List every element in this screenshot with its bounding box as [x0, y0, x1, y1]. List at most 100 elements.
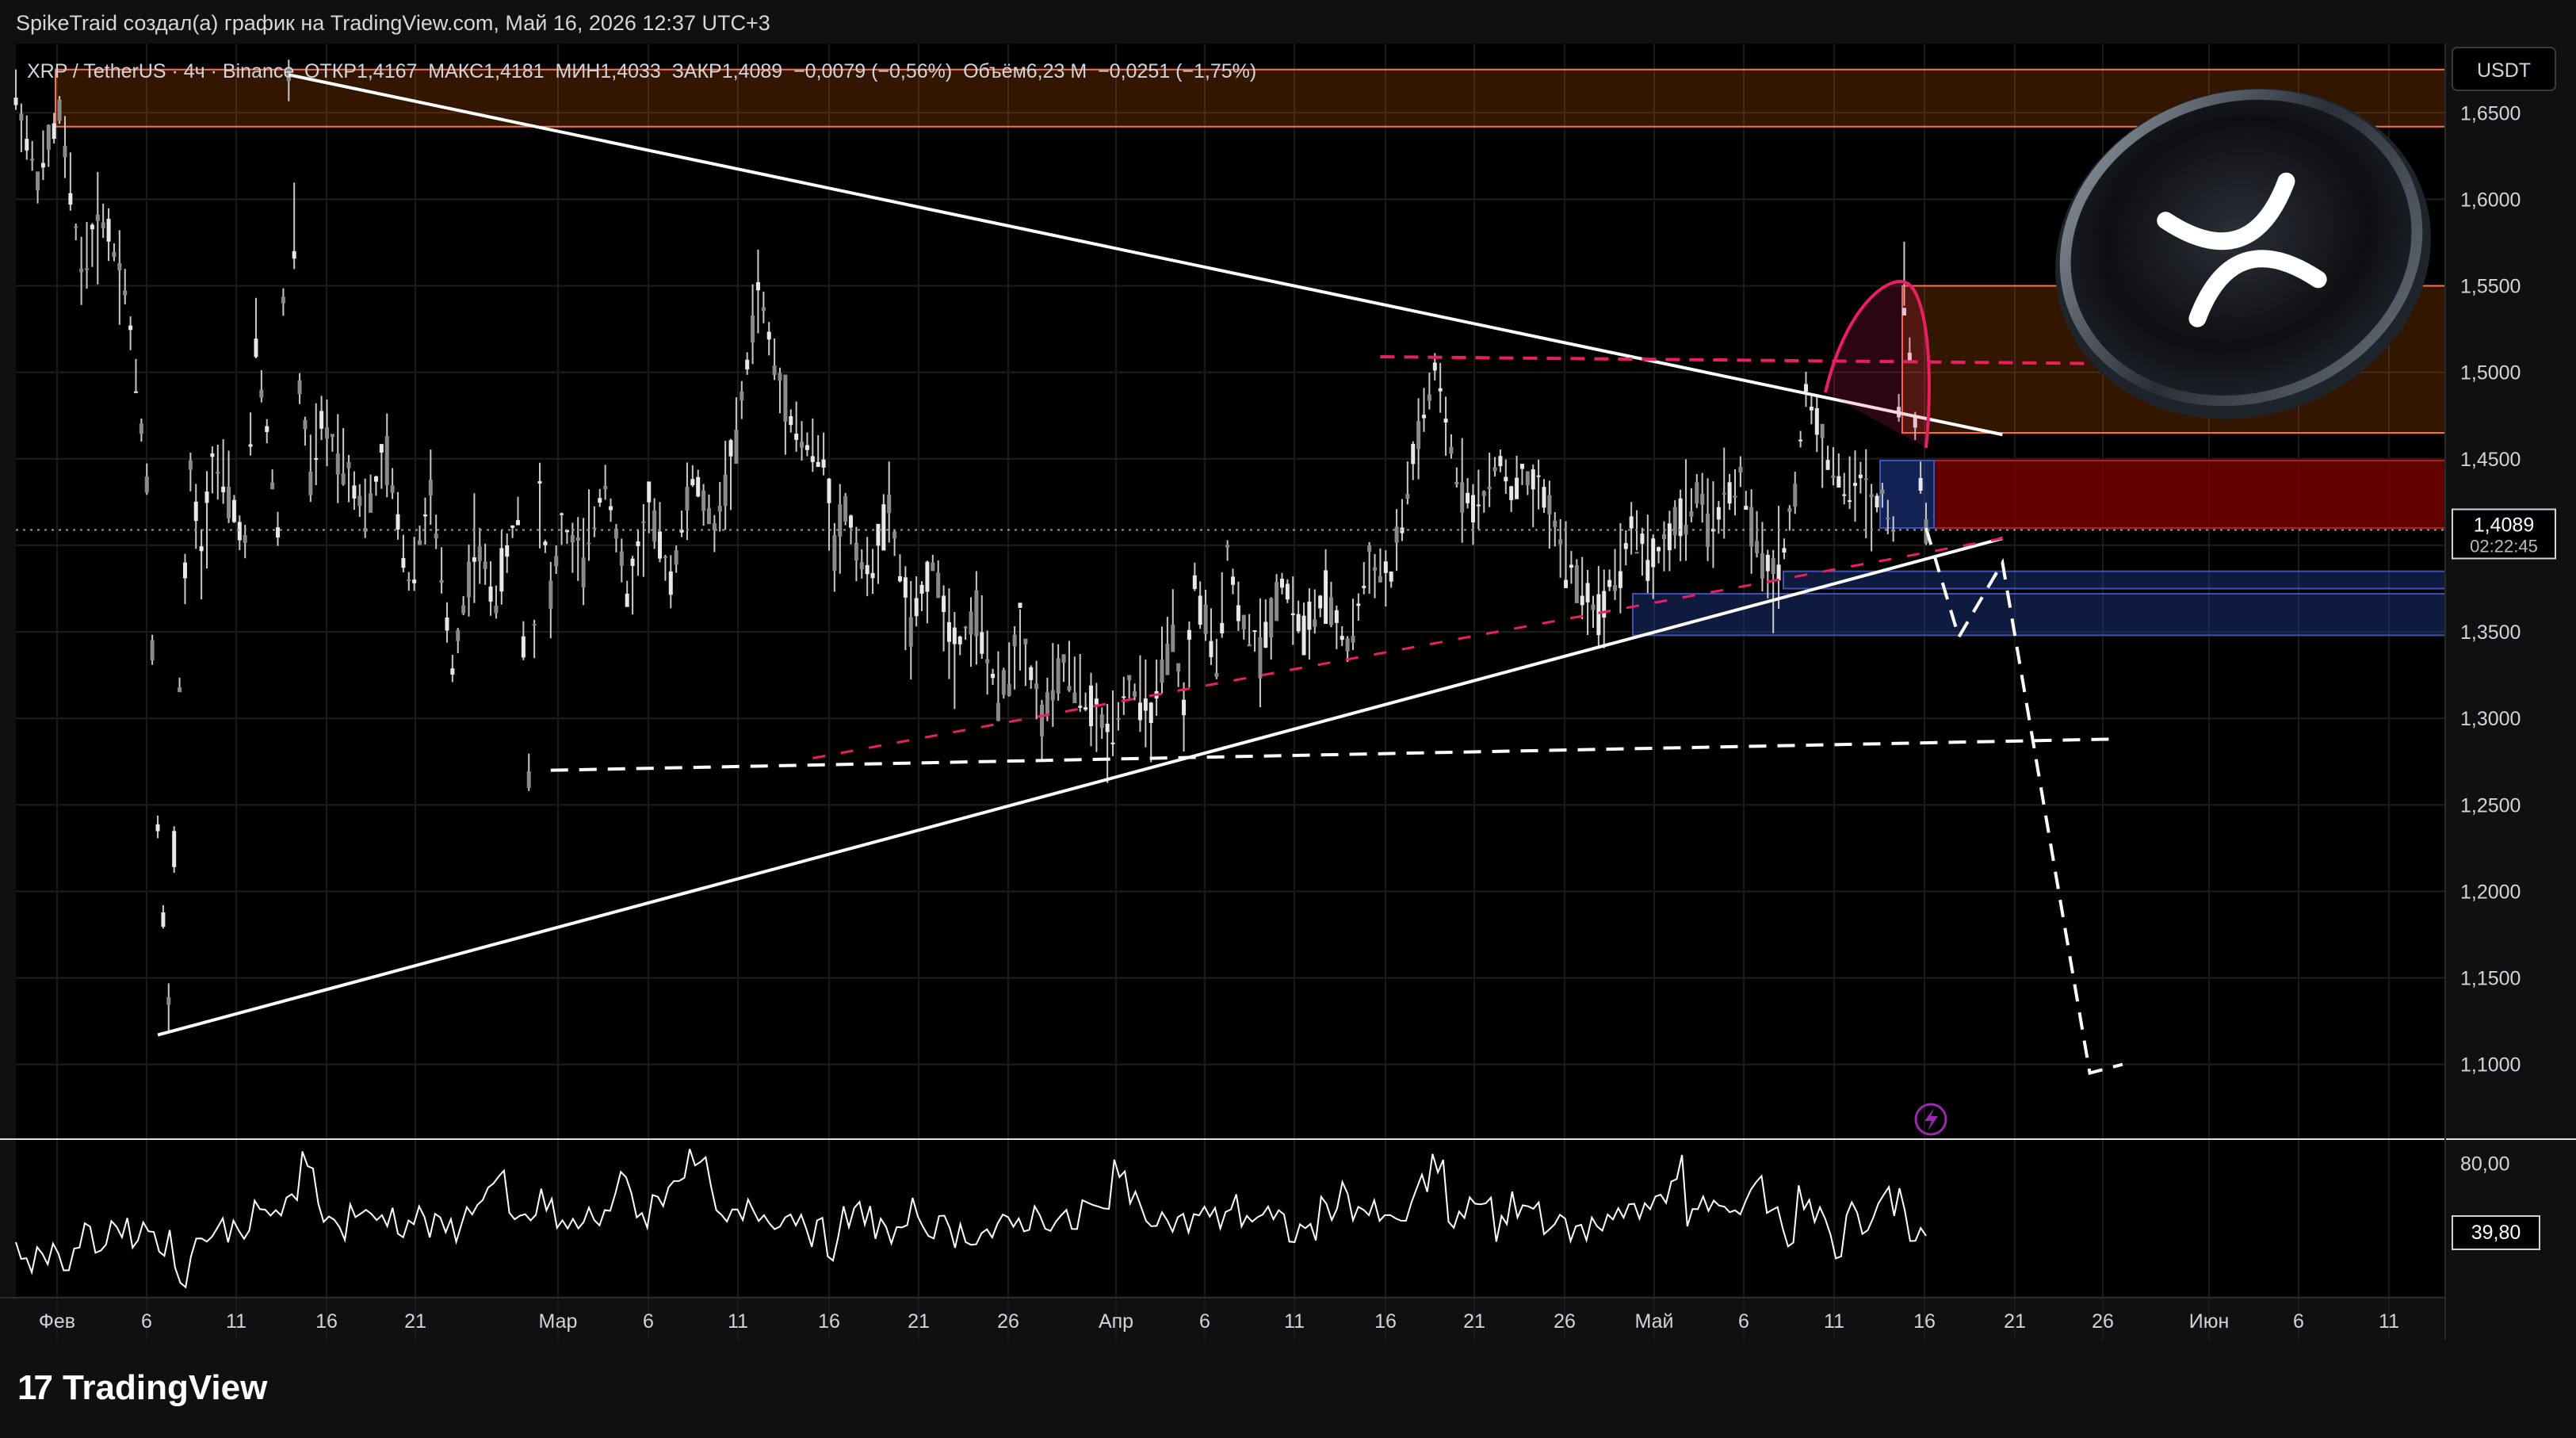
candle-body: [216, 472, 220, 474]
candle-body: [330, 434, 334, 438]
candle-body: [1640, 534, 1645, 545]
candle-body: [789, 415, 793, 426]
candle-body: [936, 572, 941, 599]
candle-body: [1099, 714, 1104, 729]
candle-body: [1825, 460, 1830, 470]
candle-body: [1187, 629, 1191, 640]
candle-body: [182, 562, 187, 579]
candle-body: [1443, 419, 1448, 423]
price-badge: 1,4089 02:22:45: [2452, 508, 2556, 560]
candle-body: [1848, 500, 1852, 503]
candle-body: [942, 595, 946, 613]
candle-body: [1389, 572, 1393, 582]
candle-body: [1602, 591, 1607, 618]
candle-body: [1220, 622, 1225, 633]
candle-body: [199, 546, 204, 552]
candle-body: [379, 444, 384, 453]
candle-body: [701, 490, 706, 511]
candle-body: [587, 542, 591, 545]
candle-body: [1509, 486, 1514, 500]
candle-body: [1596, 594, 1601, 636]
candle-body: [969, 611, 973, 635]
candle-body: [1182, 699, 1187, 716]
candle-body: [63, 146, 67, 158]
candle-body: [952, 627, 957, 644]
currency-button[interactable]: USDT: [2452, 47, 2556, 91]
candle-body: [537, 481, 542, 484]
candle-body: [1263, 621, 1268, 648]
candle-body: [903, 577, 908, 598]
time-tick-label: 21: [2004, 1310, 2026, 1333]
time-axis[interactable]: Фев 6 11 16 21 Мар 6 11 16 21 26 Апр 6 11 16 21 26 Май 6 11…: [39, 1310, 2399, 1333]
candle-body: [755, 281, 760, 291]
candle-body: [1356, 603, 1361, 606]
oscillator-value: 39,80: [2471, 1222, 2521, 1244]
candle-body: [193, 501, 198, 522]
candle-body: [778, 373, 782, 381]
candle-body: [505, 545, 510, 557]
time-tick-label: 21: [404, 1310, 426, 1333]
candle-body: [1307, 601, 1312, 630]
candle-body: [1852, 483, 1857, 486]
time-tick-label: 11: [226, 1310, 247, 1333]
candle-body: [1318, 595, 1323, 609]
candle-body: [1362, 586, 1366, 588]
candle-body: [90, 224, 94, 230]
candle-body: [1623, 543, 1628, 549]
candle-body: [717, 506, 722, 512]
candle-body: [1116, 717, 1121, 720]
candle-body: [1203, 604, 1208, 634]
candle-body: [1023, 638, 1028, 644]
candle-body: [1122, 696, 1126, 698]
candle-body: [1247, 644, 1252, 647]
candle-body: [548, 580, 553, 609]
tradingview-logo: 17 TradingView: [17, 1368, 267, 1408]
candle-body: [1695, 482, 1699, 504]
candle-body: [1050, 690, 1055, 701]
candle-body: [1842, 494, 1847, 496]
candle-body: [1689, 511, 1694, 517]
price-axis[interactable]: 1,65001,60001,55001,50001,45001,40001,35…: [2460, 102, 2521, 1175]
candle-body: [980, 632, 984, 654]
candle-body: [532, 624, 537, 626]
candle-body: [101, 222, 105, 228]
candle-body: [996, 702, 1000, 721]
candle-body: [1776, 564, 1781, 581]
candle-body: [133, 391, 138, 393]
candle-body: [1738, 466, 1743, 473]
candle-body: [1661, 534, 1666, 540]
candle-body: [1029, 667, 1034, 680]
candle-body: [1727, 482, 1732, 504]
currency-label: USDT: [2477, 59, 2531, 82]
candle-body: [1470, 495, 1475, 522]
candle-body: [488, 586, 493, 602]
candle-body: [172, 831, 177, 867]
candle-body: [1367, 545, 1372, 553]
candle-body: [1869, 494, 1874, 498]
time-tick-label: 16: [1913, 1310, 1936, 1333]
oscillator-tick-label: 80,00: [2460, 1153, 2510, 1175]
candle-body: [117, 262, 122, 271]
candle-body: [155, 824, 160, 832]
candle-body: [461, 605, 466, 614]
price-tick-label: 1,6500: [2460, 102, 2521, 124]
candle-body: [1886, 518, 1890, 520]
candle-body: [854, 542, 858, 561]
candle-body: [472, 557, 476, 562]
candle-body: [1018, 602, 1022, 608]
candle-body: [1564, 579, 1569, 588]
symbol-legend[interactable]: XRP / TetherUS · 4ч · Binance: [27, 60, 294, 82]
candle-body: [832, 535, 837, 572]
candle-body: [859, 562, 864, 570]
candle-body: [1804, 384, 1809, 392]
candle-body: [1301, 615, 1306, 656]
candle-body: [1536, 475, 1541, 477]
candle-body: [1820, 423, 1825, 438]
candle-body: [783, 374, 788, 422]
candle-body: [957, 637, 962, 644]
candle-body: [483, 561, 487, 569]
candle-body: [1034, 683, 1039, 690]
candle-body: [1809, 406, 1814, 411]
candle-body: [46, 124, 51, 151]
chart-canvas[interactable]: 1,65001,60001,55001,50001,45001,40001,35…: [0, 0, 2576, 1438]
